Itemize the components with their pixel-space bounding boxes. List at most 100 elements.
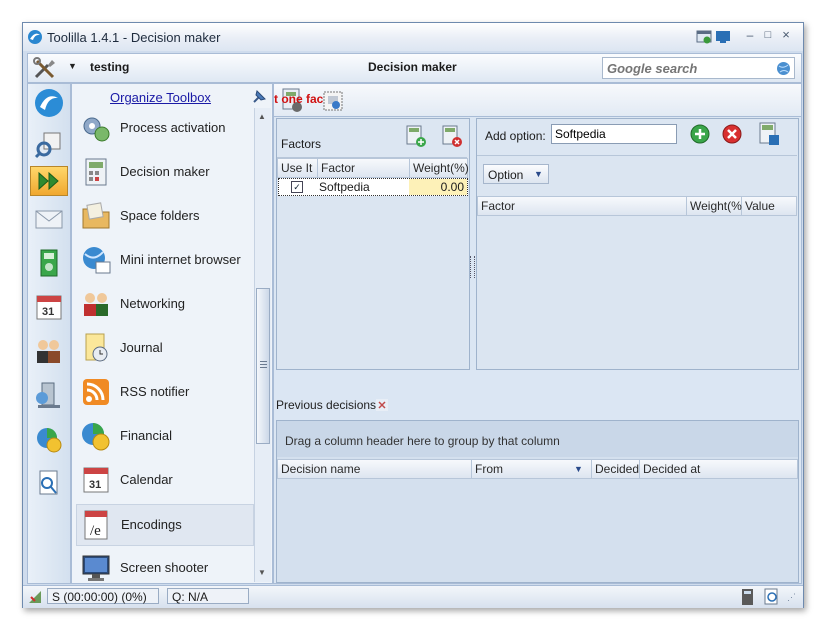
signal-icon	[29, 591, 41, 603]
pin-icon[interactable]	[250, 88, 268, 106]
calendar-icon[interactable]: 31	[34, 292, 64, 322]
add-option-button[interactable]	[689, 123, 711, 145]
toolbox-item[interactable]: Journal	[76, 328, 252, 368]
search-tools-icon[interactable]	[34, 130, 64, 160]
people-icon[interactable]	[34, 336, 64, 366]
coins-icon[interactable]	[34, 424, 64, 454]
column-factor[interactable]: Factor	[318, 159, 410, 177]
toolbox-item-label: Journal	[120, 340, 163, 355]
people-icon	[84, 293, 108, 316]
option-dropdown[interactable]: Option ▼	[483, 164, 549, 184]
remove-factor-icon[interactable]	[441, 125, 463, 147]
app-window: Toolilla 1.4.1 - Decision maker – □ × ▼ …	[22, 22, 804, 608]
column-option-value[interactable]: Value	[742, 197, 796, 215]
previous-decisions-label: Previous decisions	[276, 398, 377, 412]
decision-toolbar: t one factor	[274, 84, 801, 117]
coins-icon	[82, 423, 110, 451]
browser-icon	[83, 247, 111, 274]
svg-text:31: 31	[89, 479, 101, 491]
options-panel: Add option: Option ▼ Factor Weight(% Val	[476, 118, 799, 370]
minimize-button[interactable]: –	[743, 28, 757, 42]
toolbox-panel: Organize Toolbox Process activation Decis…	[71, 83, 273, 584]
column-option-weight[interactable]: Weight(%	[687, 197, 742, 215]
maximize-button[interactable]: □	[761, 28, 775, 42]
toolbox-item-label: Process activation	[120, 120, 226, 135]
column-decision-name[interactable]: Decision name	[278, 460, 472, 478]
splitter-handle[interactable]	[470, 256, 475, 278]
toolbox-item[interactable]: 31 Calendar	[76, 460, 252, 500]
toolbox-item[interactable]: Decision maker	[76, 152, 252, 192]
search-doc-icon[interactable]	[763, 588, 781, 606]
globe-icon[interactable]	[776, 61, 791, 76]
gears-icon	[83, 117, 110, 142]
column-decided-at[interactable]: Decided at	[640, 460, 797, 478]
column-option-factor[interactable]: Factor	[478, 197, 687, 215]
toolbox-item-label: Space folders	[120, 208, 200, 223]
document-search-icon[interactable]	[34, 468, 64, 498]
factor-cell[interactable]: Softpedia	[319, 180, 370, 194]
calculator-green-icon[interactable]	[34, 248, 64, 278]
toolbox-item-label: RSS notifier	[120, 384, 190, 399]
sidebar-icon-strip: 31	[27, 83, 71, 584]
svg-text:31: 31	[42, 306, 54, 318]
column-weight[interactable]: Weight(%)	[410, 159, 469, 177]
use-it-checkbox[interactable]: ✓	[291, 181, 303, 193]
toolbox-item-label: Decision maker	[120, 164, 210, 179]
toolbox-item-label: Mini internet browser	[120, 252, 241, 267]
svg-text:/e: /e	[90, 523, 101, 539]
toolbox-item[interactable]: Networking	[76, 284, 252, 324]
chevron-down-icon[interactable]: ▼	[68, 61, 77, 71]
factors-grid: Use It Factor Weight(%) ✓ Softpedia 0.00	[277, 157, 469, 369]
scroll-up-arrow[interactable]: ▲	[258, 112, 266, 121]
sort-arrow-icon[interactable]: ▼	[574, 460, 583, 478]
options-grid-header: Factor Weight(% Value	[477, 196, 797, 216]
toolbox-item[interactable]: Space folders	[76, 196, 252, 236]
toolbox-item[interactable]: Screen shooter	[76, 548, 252, 582]
search-box[interactable]	[602, 57, 795, 79]
toolbox-item[interactable]: Mini internet browser	[76, 240, 252, 280]
remove-option-button[interactable]	[721, 123, 743, 145]
column-use-it[interactable]: Use It	[278, 159, 318, 177]
network-pc-icon[interactable]	[34, 380, 64, 410]
toolbox-item-label: Financial	[120, 428, 173, 443]
organize-toolbox-link[interactable]: Organize Toolbox	[110, 90, 211, 105]
column-from[interactable]: From ▼	[472, 460, 592, 478]
tray-icons[interactable]	[696, 29, 734, 45]
toolbox-item[interactable]: RSS notifier	[76, 372, 252, 412]
scroll-down-arrow[interactable]: ▼	[258, 568, 266, 577]
previous-decisions-grid: Drag a column header here to group by th…	[276, 420, 799, 583]
group-by-area[interactable]: Drag a column header here to group by th…	[277, 421, 798, 457]
resize-grip-icon[interactable]: ⋰	[787, 592, 796, 603]
close-button[interactable]: ×	[779, 28, 793, 42]
add-factor-icon[interactable]	[405, 125, 427, 147]
calculator-status-icon[interactable]	[739, 588, 757, 606]
toolbox-item[interactable]: Financial	[76, 416, 252, 456]
search-input[interactable]	[605, 59, 777, 77]
toolbar-center-title: Decision maker	[368, 60, 457, 74]
sidebar-active-item[interactable]	[30, 166, 68, 196]
column-from-label: From	[475, 462, 503, 476]
journal-icon	[85, 333, 108, 362]
decision-maker-panel: t one factor Factors Use It Factor Weigh…	[273, 83, 802, 584]
toolbox-item[interactable]: Process activation	[76, 108, 252, 148]
save-decision-icon[interactable]	[322, 90, 344, 112]
toolbox-item-label: Calendar	[120, 472, 173, 487]
app-logo-icon	[28, 30, 42, 44]
column-decided[interactable]: Decided	[592, 460, 640, 478]
table-row[interactable]: ✓ Softpedia 0.00	[278, 178, 468, 196]
title-bar: Toolilla 1.4.1 - Decision maker – □ ×	[23, 23, 803, 51]
group-hint: Drag a column header here to group by th…	[285, 434, 560, 448]
close-icon[interactable]	[376, 399, 388, 411]
tools-icon[interactable]	[32, 56, 58, 80]
toolbox-scrollbar[interactable]: ▲ ▼	[254, 108, 271, 582]
add-option-input[interactable]	[551, 124, 677, 144]
window-title: Toolilla 1.4.1 - Decision maker	[47, 30, 221, 45]
mail-icon[interactable]	[34, 204, 64, 234]
scroll-thumb[interactable]	[256, 288, 270, 444]
toolbox-item[interactable]: /e Encodings	[76, 504, 254, 546]
app-logo-large-icon[interactable]	[34, 88, 64, 118]
calculate-icon[interactable]	[757, 122, 781, 146]
option-dropdown-label: Option	[488, 168, 524, 182]
weight-cell[interactable]: 0.00	[409, 179, 467, 195]
add-option-label: Add option:	[485, 129, 546, 143]
